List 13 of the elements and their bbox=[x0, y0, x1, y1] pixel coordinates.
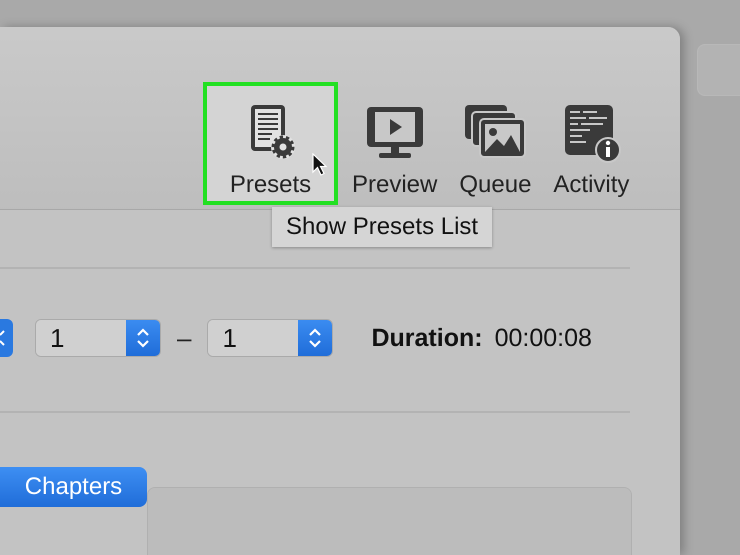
number-stepper[interactable]: 1 bbox=[207, 319, 334, 357]
preview-toolbar-button[interactable]: Preview bbox=[344, 89, 446, 205]
queue-toolbar-button[interactable]: Queue bbox=[451, 89, 540, 205]
cursor-icon bbox=[312, 153, 328, 177]
activity-toolbar-button[interactable]: Activity bbox=[545, 89, 638, 205]
number-stepper[interactable]: 1 bbox=[35, 319, 161, 357]
chapters-tab[interactable]: Chapters bbox=[0, 467, 147, 507]
tooltip: Show Presets List bbox=[272, 207, 492, 247]
presets-toolbar-button[interactable]: Presets bbox=[203, 82, 338, 205]
duration-value: 00:00:08 bbox=[494, 324, 592, 352]
stepper-arrows[interactable] bbox=[0, 319, 13, 357]
duration-label: Duration: bbox=[371, 324, 483, 352]
range-separator: – bbox=[177, 322, 192, 354]
